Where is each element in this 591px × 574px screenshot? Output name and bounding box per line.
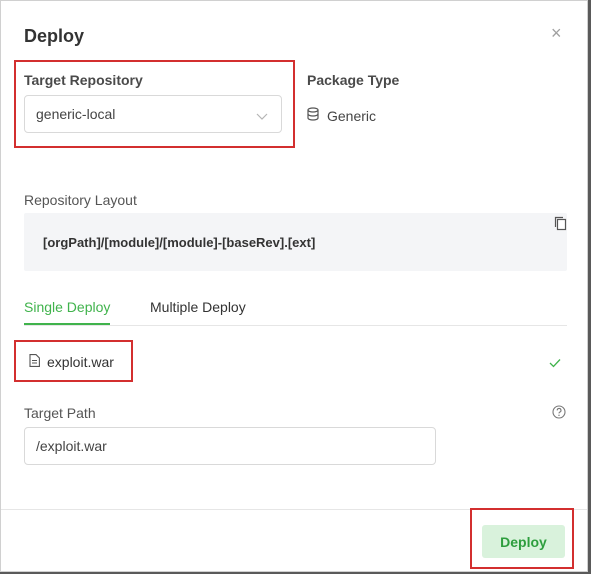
deploy-dialog: Deploy × Target Repository generic-local…: [0, 0, 588, 572]
uploaded-file: exploit.war: [29, 354, 114, 370]
tabs-divider: [24, 325, 567, 326]
target-path-input[interactable]: [24, 427, 436, 465]
deploy-button[interactable]: Deploy: [482, 525, 565, 558]
package-type-label: Package Type: [307, 72, 400, 88]
close-icon[interactable]: ×: [551, 23, 562, 44]
tab-multiple-deploy[interactable]: Multiple Deploy: [150, 299, 246, 315]
check-icon: [549, 355, 561, 373]
target-repository-label: Target Repository: [24, 72, 143, 88]
active-tab-indicator: [24, 323, 110, 325]
target-repository-select[interactable]: generic-local: [24, 95, 282, 133]
repository-layout-box: [orgPath]/[module]/[module]-[baseRev].[e…: [24, 213, 567, 271]
package-type-value: Generic: [307, 107, 376, 124]
target-path-label: Target Path: [24, 405, 96, 421]
target-repository-value: generic-local: [36, 106, 116, 122]
tab-single-deploy[interactable]: Single Deploy: [24, 299, 110, 315]
copy-icon[interactable]: [554, 216, 567, 236]
help-icon[interactable]: [552, 405, 566, 424]
file-name: exploit.war: [47, 354, 114, 370]
repository-layout-label: Repository Layout: [24, 192, 137, 208]
package-type-text: Generic: [327, 107, 377, 124]
dialog-title: Deploy: [24, 26, 85, 46]
repository-layout-value: [orgPath]/[module]/[module]-[baseRev].[e…: [43, 235, 316, 250]
database-icon: [307, 107, 319, 124]
file-icon: [29, 354, 40, 370]
chevron-down-icon: [256, 108, 268, 126]
